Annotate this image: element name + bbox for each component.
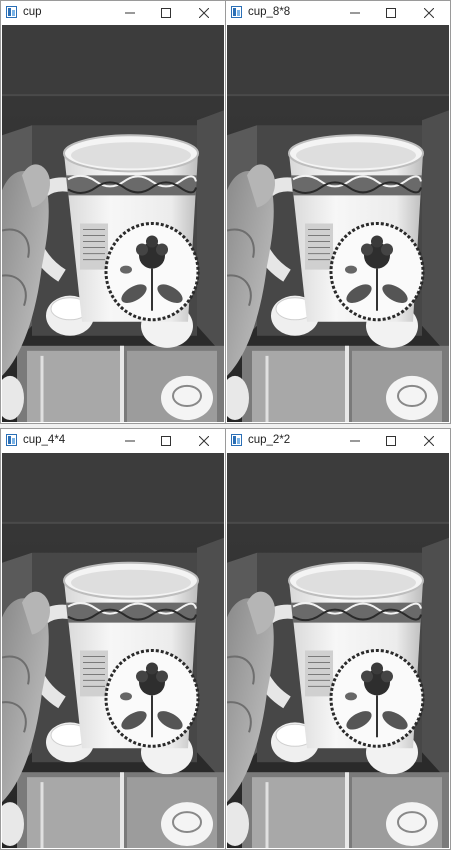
cup-photo <box>227 25 449 422</box>
opencv-window-icon <box>231 434 242 446</box>
minimize-icon <box>125 440 135 442</box>
minimize-button[interactable] <box>113 429 147 453</box>
minimize-button[interactable] <box>338 1 372 25</box>
close-button[interactable] <box>412 429 446 453</box>
window-title: cup <box>23 6 42 18</box>
minimize-button[interactable] <box>338 429 372 453</box>
opencv-window-icon <box>6 6 17 18</box>
window-titlebar[interactable]: cup_4*4 <box>1 429 225 453</box>
minimize-icon <box>125 12 135 14</box>
maximize-icon <box>386 8 396 18</box>
close-icon <box>424 436 434 446</box>
close-button[interactable] <box>187 1 221 25</box>
maximize-button[interactable] <box>149 1 183 25</box>
maximize-icon <box>386 436 396 446</box>
window-title: cup_4*4 <box>23 434 66 446</box>
close-button[interactable] <box>187 429 221 453</box>
window-titlebar[interactable]: cup_8*8 <box>226 1 450 25</box>
maximize-button[interactable] <box>374 429 408 453</box>
close-icon <box>199 8 209 18</box>
close-button[interactable] <box>412 1 446 25</box>
window-cup[interactable]: cup <box>0 0 226 424</box>
opencv-window-icon <box>231 6 242 18</box>
image-display <box>227 453 449 848</box>
maximize-icon <box>161 436 171 446</box>
maximize-button[interactable] <box>374 1 408 25</box>
window-cup-2x2[interactable]: cup_2*2 <box>225 428 451 850</box>
cup-photo <box>2 453 224 848</box>
close-icon <box>199 436 209 446</box>
close-icon <box>424 8 434 18</box>
image-display <box>2 453 224 848</box>
window-title: cup_8*8 <box>248 6 291 18</box>
minimize-button[interactable] <box>113 1 147 25</box>
window-titlebar[interactable]: cup_2*2 <box>226 429 450 453</box>
window-cup-4x4[interactable]: cup_4*4 <box>0 428 226 850</box>
cup-photo <box>227 453 449 848</box>
maximize-icon <box>161 8 171 18</box>
window-cup-8x8[interactable]: cup_8*8 <box>225 0 451 424</box>
window-titlebar[interactable]: cup <box>1 1 225 25</box>
image-display <box>227 25 449 422</box>
maximize-button[interactable] <box>149 429 183 453</box>
opencv-window-icon <box>6 434 17 446</box>
minimize-icon <box>350 12 360 14</box>
cup-photo <box>2 25 224 422</box>
image-display <box>2 25 224 422</box>
window-title: cup_2*2 <box>248 434 291 446</box>
minimize-icon <box>350 440 360 442</box>
